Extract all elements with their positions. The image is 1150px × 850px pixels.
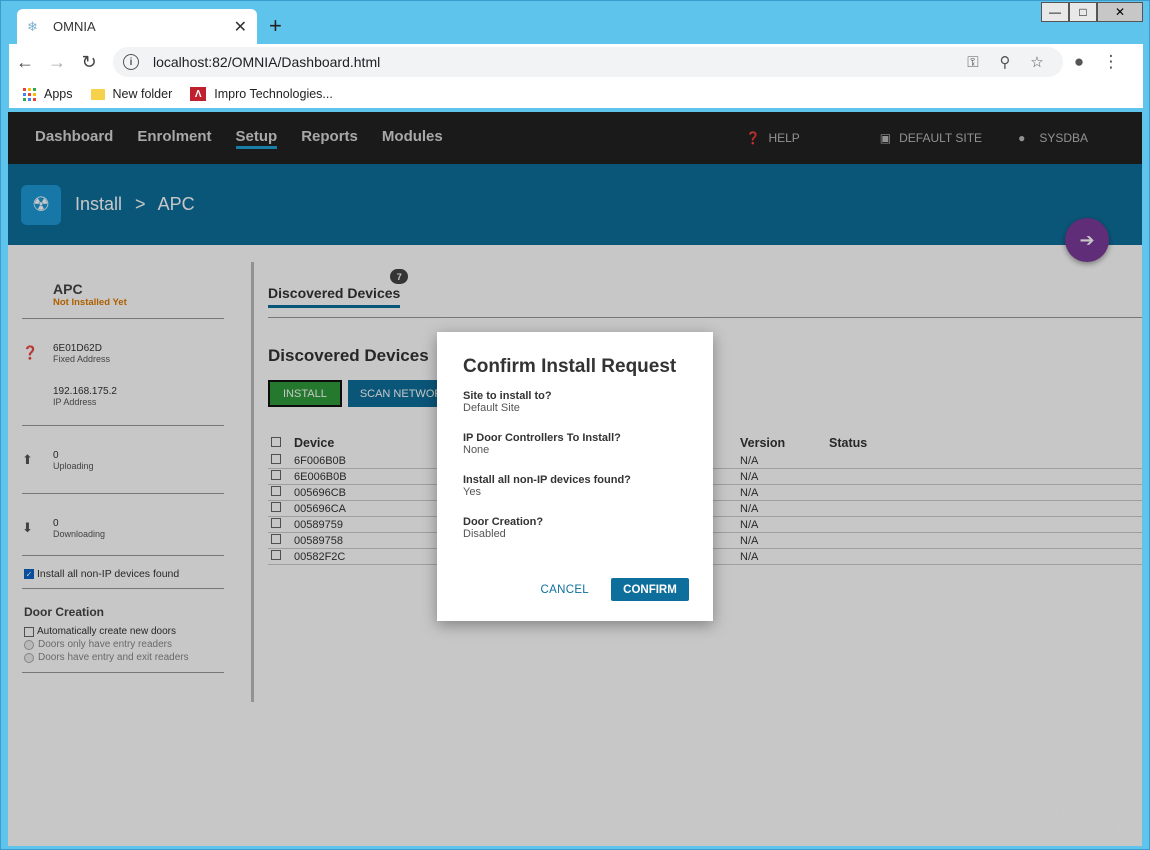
confirm-install-dialog: Confirm Install Request Site to install … xyxy=(437,332,713,621)
bookmark-apps[interactable]: Apps xyxy=(23,87,73,101)
profile-icon[interactable]: ● xyxy=(1063,52,1095,72)
menu-icon[interactable]: ⋮ xyxy=(1095,52,1127,72)
address-bar[interactable]: i localhost:82/OMNIA/Dashboard.html ⚿ ⚲ … xyxy=(113,47,1063,77)
controllers-question: IP Door Controllers To Install? xyxy=(463,432,621,444)
url-text[interactable]: localhost:82/OMNIA/Dashboard.html xyxy=(153,54,957,70)
browser-tab[interactable]: ❄ OMNIA ✕ xyxy=(17,9,257,44)
cancel-button[interactable]: CANCEL xyxy=(541,584,589,596)
watermark-line1: Activate Windows xyxy=(975,798,1118,818)
maximize-icon[interactable]: □ xyxy=(1069,2,1097,22)
back-icon[interactable]: ← xyxy=(9,52,41,73)
window-controls: — □ ✕ xyxy=(1041,2,1143,22)
watermark-line2: Go to System in Control Pa xyxy=(975,819,1133,834)
dialog-title: Confirm Install Request xyxy=(463,356,677,377)
apps-icon xyxy=(23,87,36,101)
omnia-favicon-icon: ❄ xyxy=(27,18,38,34)
nonip-question: Install all non-IP devices found? xyxy=(463,474,631,486)
activation-watermark: Activate Windows Go to System in Control… xyxy=(975,798,1133,834)
browser-toolbar: ← → ↻ i localhost:82/OMNIA/Dashboard.htm… xyxy=(9,44,1143,80)
bookmark-label: Apps xyxy=(44,87,73,101)
star-icon[interactable]: ☆ xyxy=(1021,53,1053,71)
door-creation-answer: Disabled xyxy=(463,528,506,540)
controllers-answer: None xyxy=(463,444,490,456)
close-tab-icon[interactable]: ✕ xyxy=(234,17,247,37)
nonip-answer: Yes xyxy=(463,486,481,498)
bookmarks-bar: Apps New folder Λ Impro Technologies... xyxy=(9,80,1143,108)
key-icon[interactable]: ⚿ xyxy=(957,54,989,71)
zoom-icon[interactable]: ⚲ xyxy=(989,53,1021,71)
door-creation-question: Door Creation? xyxy=(463,516,544,528)
new-tab-icon[interactable]: + xyxy=(269,13,282,39)
dialog-actions: CANCEL CONFIRM xyxy=(541,578,689,601)
bookmark-new-folder[interactable]: New folder xyxy=(90,87,173,101)
site-answer: Default Site xyxy=(463,402,520,414)
close-window-icon[interactable]: ✕ xyxy=(1097,2,1143,22)
forward-icon[interactable]: → xyxy=(41,52,73,73)
confirm-button[interactable]: CONFIRM xyxy=(611,578,689,601)
site-question: Site to install to? xyxy=(463,390,552,402)
bookmark-impro[interactable]: Λ Impro Technologies... xyxy=(190,87,333,101)
reload-icon[interactable]: ↻ xyxy=(73,52,105,73)
bookmark-label: New folder xyxy=(112,87,173,101)
tab-title: OMNIA xyxy=(53,19,96,34)
minimize-icon[interactable]: — xyxy=(1041,2,1069,22)
impro-logo-icon: Λ xyxy=(190,87,207,101)
bookmark-label: Impro Technologies... xyxy=(214,87,333,101)
folder-icon xyxy=(90,88,105,100)
site-info-icon[interactable]: i xyxy=(123,54,139,70)
